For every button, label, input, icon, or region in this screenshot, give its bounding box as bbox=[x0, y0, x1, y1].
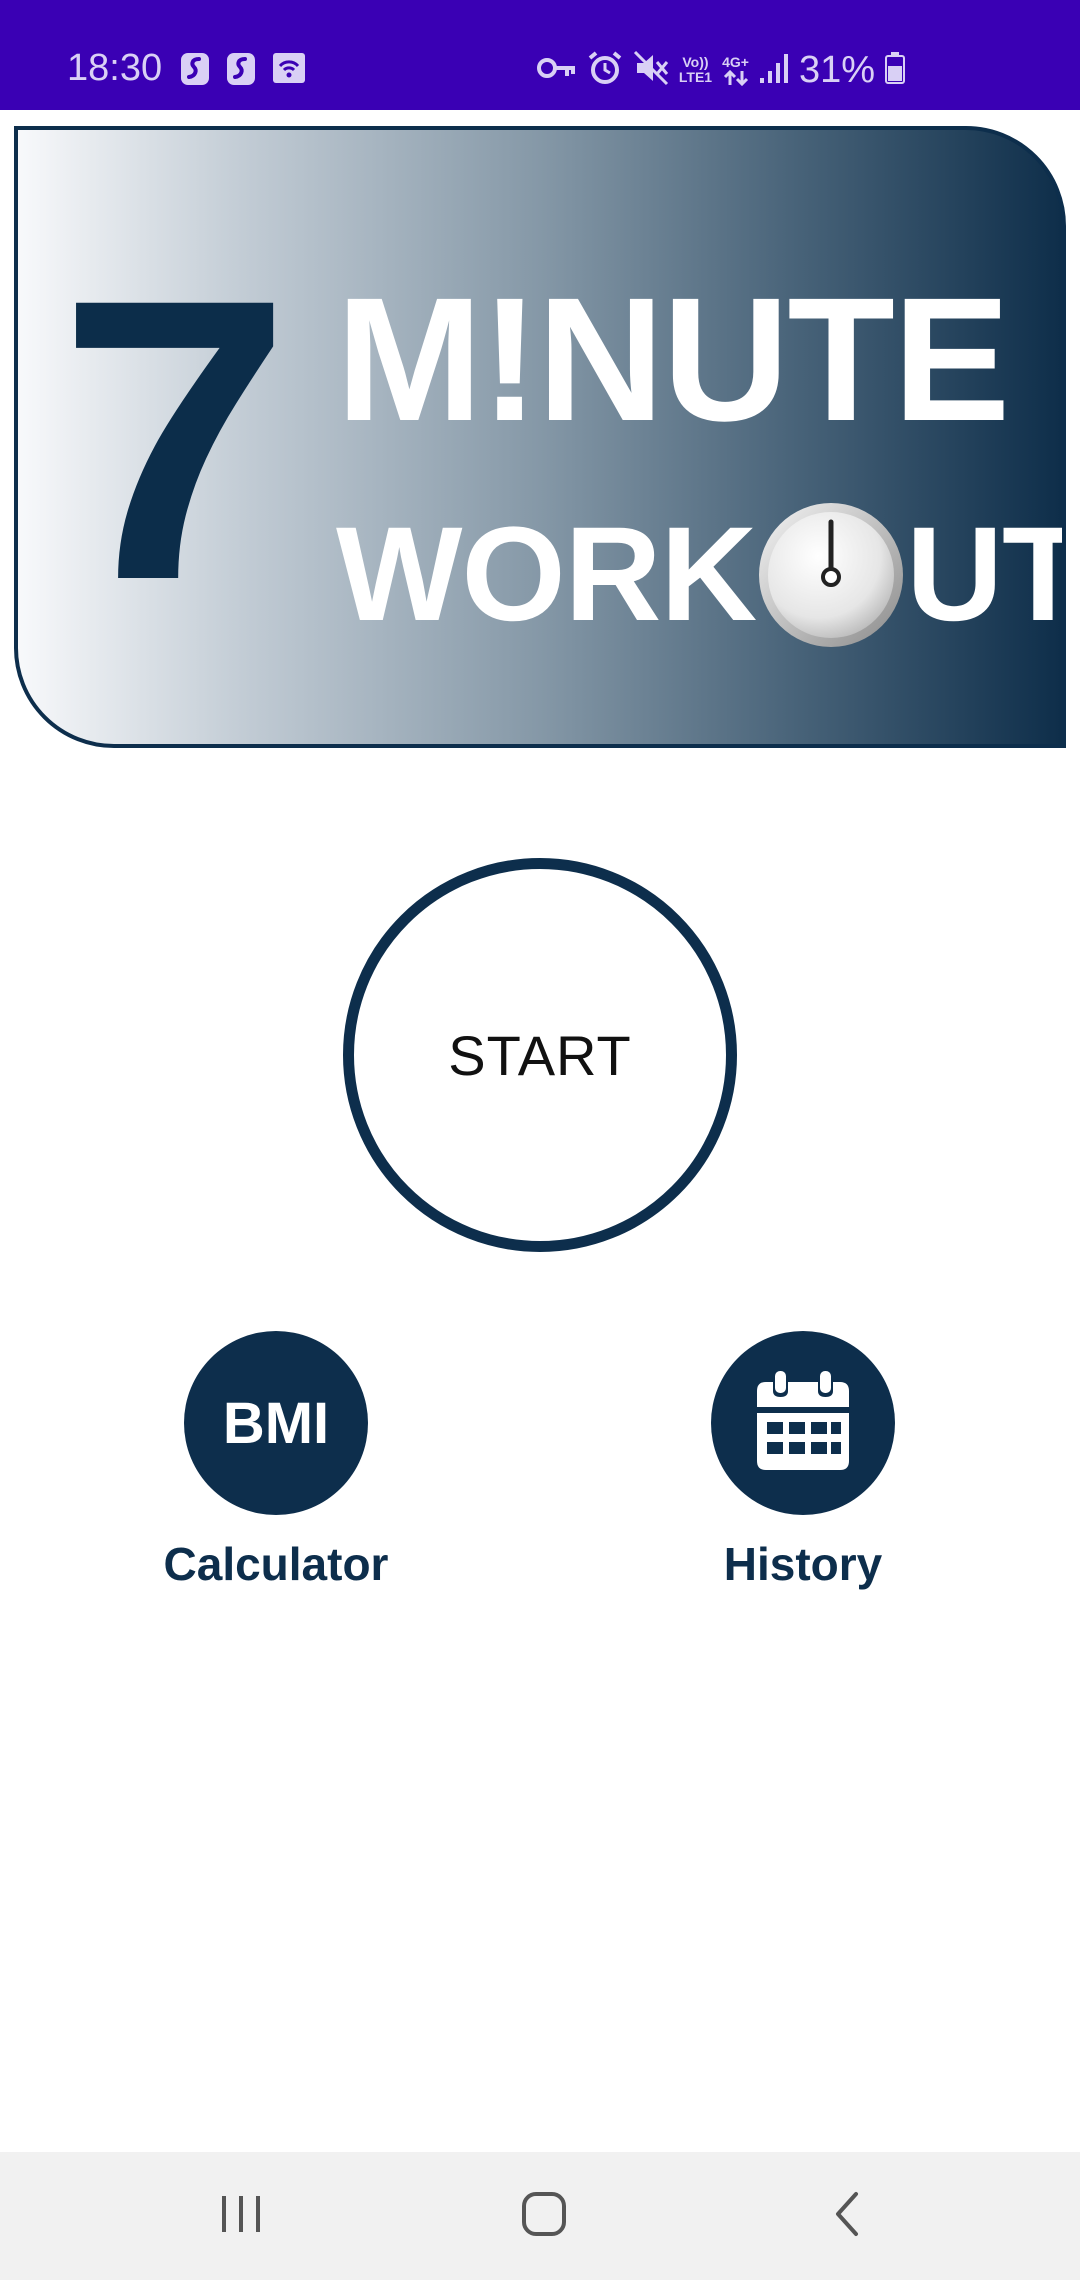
alarm-icon bbox=[587, 50, 623, 91]
bmi-calculator-shortcut: BMI Calculator bbox=[126, 1331, 426, 1591]
banner-title-line2-end: UT bbox=[906, 500, 1066, 649]
home-button[interactable] bbox=[464, 2152, 624, 2280]
screen: 18:30 Vo)) LTE1 4G+ 31% 7 M!NUTE WORK UT… bbox=[0, 0, 1080, 2280]
history-button[interactable] bbox=[711, 1331, 895, 1515]
history-label[interactable]: History bbox=[724, 1537, 882, 1591]
history-shortcut: History bbox=[653, 1331, 953, 1591]
status-system-icons: Vo)) LTE1 4G+ 31% bbox=[536, 48, 905, 92]
start-button-label: START bbox=[448, 1023, 632, 1087]
stopwatch-icon bbox=[756, 500, 906, 650]
app-notification-icon bbox=[180, 52, 210, 91]
navigation-bar bbox=[0, 2152, 1080, 2280]
status-bar: 18:30 Vo)) LTE1 4G+ 31% bbox=[0, 0, 1080, 110]
banner-number: 7 bbox=[58, 216, 292, 663]
banner-title-line1: M!NUTE bbox=[336, 262, 1010, 458]
signal-icon bbox=[759, 52, 789, 89]
battery-percent: 31% bbox=[798, 49, 875, 91]
mute-icon bbox=[633, 50, 669, 91]
screen-cast-icon bbox=[272, 52, 306, 91]
data-arrows-icon: 4G+ bbox=[722, 54, 749, 86]
bmi-calculator-label[interactable]: Calculator bbox=[164, 1537, 389, 1591]
banner-title-line2-start: WORK bbox=[336, 500, 757, 649]
battery-icon bbox=[885, 51, 905, 89]
status-notification-icons bbox=[180, 52, 306, 91]
volte-icon: Vo)) LTE1 bbox=[678, 54, 713, 85]
banner-title-line2: WORK UT bbox=[336, 500, 1066, 650]
vpn-key-icon bbox=[536, 56, 577, 85]
start-button[interactable]: START bbox=[343, 858, 737, 1252]
home-icon bbox=[521, 2191, 567, 2242]
bmi-calculator-button[interactable]: BMI bbox=[184, 1331, 368, 1515]
recent-apps-icon bbox=[219, 2194, 263, 2239]
recent-apps-button[interactable] bbox=[161, 2152, 321, 2280]
status-time: 18:30 bbox=[67, 47, 163, 89]
app-notification-icon bbox=[226, 52, 256, 91]
calendar-icon bbox=[753, 1369, 853, 1478]
bmi-button-text: BMI bbox=[222, 1390, 330, 1456]
back-button[interactable] bbox=[767, 2152, 927, 2280]
back-icon bbox=[832, 2191, 862, 2242]
app-banner: 7 M!NUTE WORK UT bbox=[14, 126, 1066, 748]
